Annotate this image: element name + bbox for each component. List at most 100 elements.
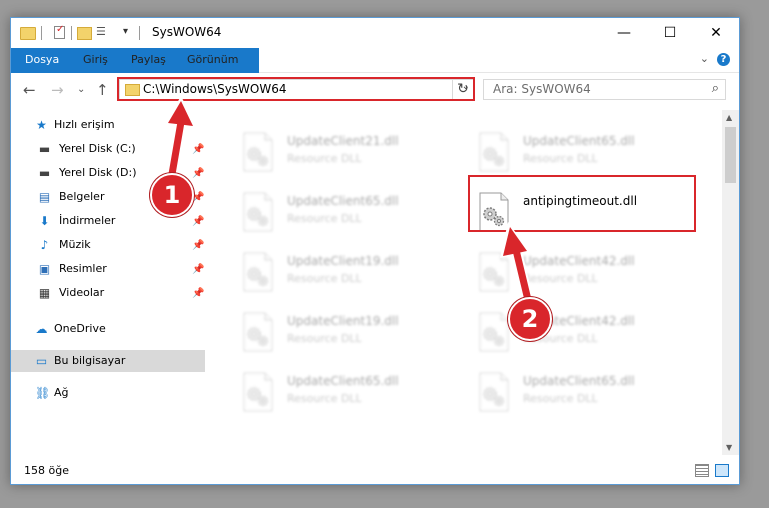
videos-icon: ▦ [38,286,51,300]
file-item[interactable]: UpdateClient19.dll Resource DLL [241,248,461,298]
scroll-up-icon[interactable]: ▲ [726,113,732,122]
sidebar-item-network[interactable]: ⛓ Ağ [11,382,205,404]
file-type: Resource DLL [287,212,362,225]
refresh-button[interactable]: ↻ [452,79,473,100]
maximize-button[interactable]: ☐ [647,18,693,48]
address-bar[interactable]: C:\Windows\SysWOW64 ⌄ [119,79,475,100]
file-item[interactable]: UpdateClient19.dll Resource DLL [241,308,461,358]
new-folder-icon[interactable] [77,27,92,40]
pin-icon[interactable]: 📌 [192,211,204,233]
file-item[interactable]: UpdateClient65.dll Resource DLL [241,368,461,418]
dll-file-icon [479,252,509,292]
pin-icon[interactable]: 📌 [192,259,204,281]
file-item-highlighted[interactable]: antipingtimeout.dll [477,188,697,238]
dll-file-icon [243,132,273,172]
up-arrow-icon[interactable]: ↑ [96,81,109,99]
file-item[interactable]: UpdateClient65.dll Resource DLL [241,188,461,238]
drive-icon: ▬ [38,142,51,156]
file-item[interactable]: UpdateClient42.dll Resource DLL [477,248,697,298]
callout-step-1: 1 [150,173,194,217]
details-view-icon[interactable] [695,464,709,477]
star-icon: ★ [36,118,47,132]
file-name: UpdateClient65.dll [287,194,399,208]
file-item[interactable]: UpdateClient65.dll Resource DLL [477,128,697,178]
file-type: Resource DLL [523,152,598,165]
file-name: antipingtimeout.dll [523,194,638,208]
file-item[interactable]: UpdateClient21.dll Resource DLL [241,128,461,178]
sidebar-item-onedrive[interactable]: ☁ OneDrive [11,318,205,340]
file-name: UpdateClient65.dll [523,374,635,388]
navigation-bar: ← → ⌄ ↑ C:\Windows\SysWOW64 ⌄ ↻ Ara: Sys… [11,73,739,107]
pin-icon[interactable]: 📌 [192,163,204,185]
pictures-icon: ▣ [38,262,51,276]
back-arrow-icon[interactable]: ← [23,81,36,99]
dll-file-icon [243,372,273,412]
sidebar-item-videos[interactable]: ▦ Videolar 📌 [11,282,205,304]
documents-icon: ▤ [38,190,51,204]
dll-file-icon [479,192,509,232]
search-placeholder: Ara: SysWOW64 [493,82,591,96]
sidebar-item-label: Belgeler [59,190,105,203]
tab-home[interactable]: Giriş [73,48,118,72]
properties-icon[interactable] [54,24,65,39]
folder-icon [20,27,36,40]
pin-icon[interactable]: 📌 [192,235,204,257]
sidebar-item-drive[interactable]: ▬ Yerel Disk (C:) 📌 [11,138,205,160]
search-icon[interactable]: ⌕ [712,81,719,96]
sidebar-item-label: Ağ [54,386,69,399]
forward-arrow-icon[interactable]: → [51,81,64,99]
toolbar-separator [71,26,72,40]
large-icons-view-icon[interactable] [715,464,729,477]
scrollbar-thumb[interactable] [725,127,736,183]
expand-ribbon-icon[interactable]: ⌄ [700,52,709,65]
pin-icon[interactable]: 📌 [192,187,204,209]
pin-icon[interactable]: 📌 [192,283,204,305]
help-icon[interactable]: ? [717,53,730,66]
sidebar-item-label: OneDrive [54,322,106,335]
view-options-icon[interactable]: ☰ [96,26,108,38]
file-name: UpdateClient21.dll [287,134,399,148]
search-input[interactable]: Ara: SysWOW64 ⌕ [483,79,726,100]
status-bar: 158 öğe [11,458,739,484]
network-icon: ⛓ [35,386,51,400]
dll-file-icon [243,252,273,292]
file-item[interactable]: UpdateClient65.dll Resource DLL [477,368,697,418]
tab-view[interactable]: Görünüm [177,48,248,72]
sidebar-item-label: Yerel Disk (D:) [59,166,137,179]
title-bar: ☰ ▾ SysWOW64 — ☐ ✕ [11,18,739,48]
sidebar-item-this-pc[interactable]: ▭ Bu bilgisayar [11,350,205,372]
toolbar-separator [41,26,42,40]
window-title: SysWOW64 [152,25,222,39]
downloads-icon: ⬇ [39,214,50,228]
minimize-button[interactable]: — [601,18,647,48]
file-type: Resource DLL [287,272,362,285]
item-count: 158 öğe [24,464,69,477]
vertical-scrollbar[interactable]: ▲ ▼ [722,110,739,455]
close-button[interactable]: ✕ [693,18,739,48]
explorer-window: ☰ ▾ SysWOW64 — ☐ ✕ Dosya Giriş Paylaş Gö… [10,17,740,485]
pin-icon[interactable]: 📌 [192,139,204,161]
customize-toolbar-icon[interactable]: ▾ [123,26,128,42]
file-name: UpdateClient19.dll [287,314,399,328]
dll-file-icon [243,192,273,232]
address-path[interactable]: C:\Windows\SysWOW64 [143,82,287,96]
dll-file-icon [479,132,509,172]
sidebar-item-label: İndirmeler [59,214,116,227]
dll-file-icon [479,372,509,412]
file-type: Resource DLL [523,272,598,285]
sidebar-item-label: Resimler [59,262,107,275]
tab-share[interactable]: Paylaş [121,48,176,72]
sidebar-item-music[interactable]: ♪ Müzik 📌 [11,234,205,256]
sidebar-item-quick-access[interactable]: ★ Hızlı erişim [11,114,205,136]
sidebar-item-label: Müzik [59,238,91,251]
scroll-down-icon[interactable]: ▼ [726,443,732,452]
sidebar-item-pictures[interactable]: ▣ Resimler 📌 [11,258,205,280]
file-name: UpdateClient19.dll [287,254,399,268]
navigation-pane: ★ Hızlı erişim ▬ Yerel Disk (C:) 📌 ▬ Yerel D… [11,110,205,455]
file-type: Resource DLL [287,332,362,345]
sidebar-item-label: Hızlı erişim [54,118,115,131]
recent-locations-icon[interactable]: ⌄ [77,84,85,95]
drive-icon: ▬ [38,166,51,180]
file-type: Resource DLL [523,392,598,405]
file-list: UpdateClient21.dll Resource DLL UpdateClie… [211,110,721,455]
